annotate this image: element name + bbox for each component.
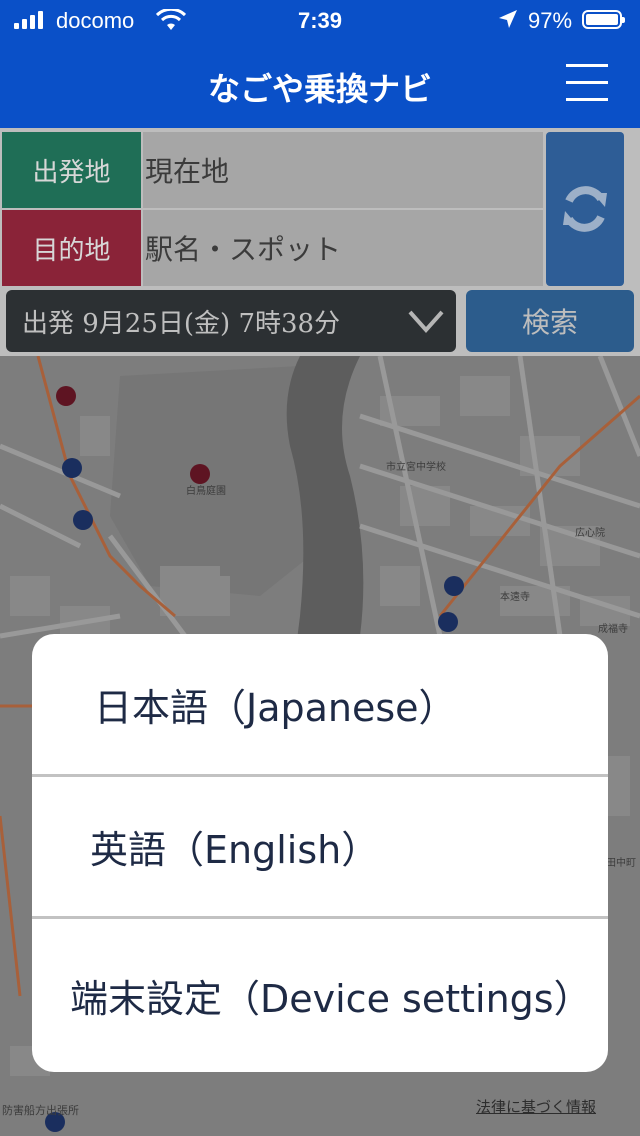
destination-label: 目的地	[2, 210, 141, 286]
map-label-temple3: 成福寺	[598, 624, 628, 635]
app-title: なごや乗換ナビ	[207, 70, 432, 108]
status-bar: docomo 7:39 97%	[0, 0, 640, 40]
map-label-office: 防害船方出張所	[2, 1104, 79, 1117]
search-button[interactable]: 検索	[466, 290, 634, 352]
departure-field[interactable]: 現在地	[143, 132, 543, 208]
route-search-form: 出発地 現在地 目的地 駅名・スポット 出発 9月25日(金) 7時38分 検索	[0, 128, 640, 356]
language-sheet: 日本語（Japanese） 英語（English） 端末設定（Device se…	[32, 634, 608, 1072]
location-arrow-icon	[499, 10, 517, 28]
option-english[interactable]: 英語（English）	[32, 776, 608, 916]
swap-arrows-icon	[563, 186, 607, 232]
map-label-temple2: 本遠寺	[500, 592, 530, 603]
chevron-down-icon	[408, 310, 444, 334]
map-label-school: 市立宮中学校	[386, 462, 446, 473]
option-device-settings[interactable]: 端末設定（Device settings）	[32, 918, 608, 1072]
hamburger-menu-icon[interactable]	[566, 62, 608, 104]
destination-field[interactable]: 駅名・スポット	[143, 210, 543, 286]
map-label-temple1: 広心院	[575, 528, 605, 539]
map-label-garden: 白鳥庭園	[186, 486, 226, 497]
departure-label: 出発地	[2, 132, 141, 208]
battery-icon	[582, 10, 625, 29]
swap-route-button[interactable]	[546, 132, 624, 286]
option-japanese[interactable]: 日本語（Japanese）	[32, 634, 608, 774]
map-label-town: 田中町	[606, 858, 636, 869]
legal-info-link[interactable]: 法律に基づく情報	[476, 1096, 596, 1117]
battery-percent: 97%	[528, 8, 573, 33]
app-header: なごや乗換ナビ	[0, 40, 640, 128]
datetime-text: 出発 9月25日(金) 7時38分	[22, 308, 341, 339]
departure-datetime-picker[interactable]: 出発 9月25日(金) 7時38分	[6, 290, 456, 352]
